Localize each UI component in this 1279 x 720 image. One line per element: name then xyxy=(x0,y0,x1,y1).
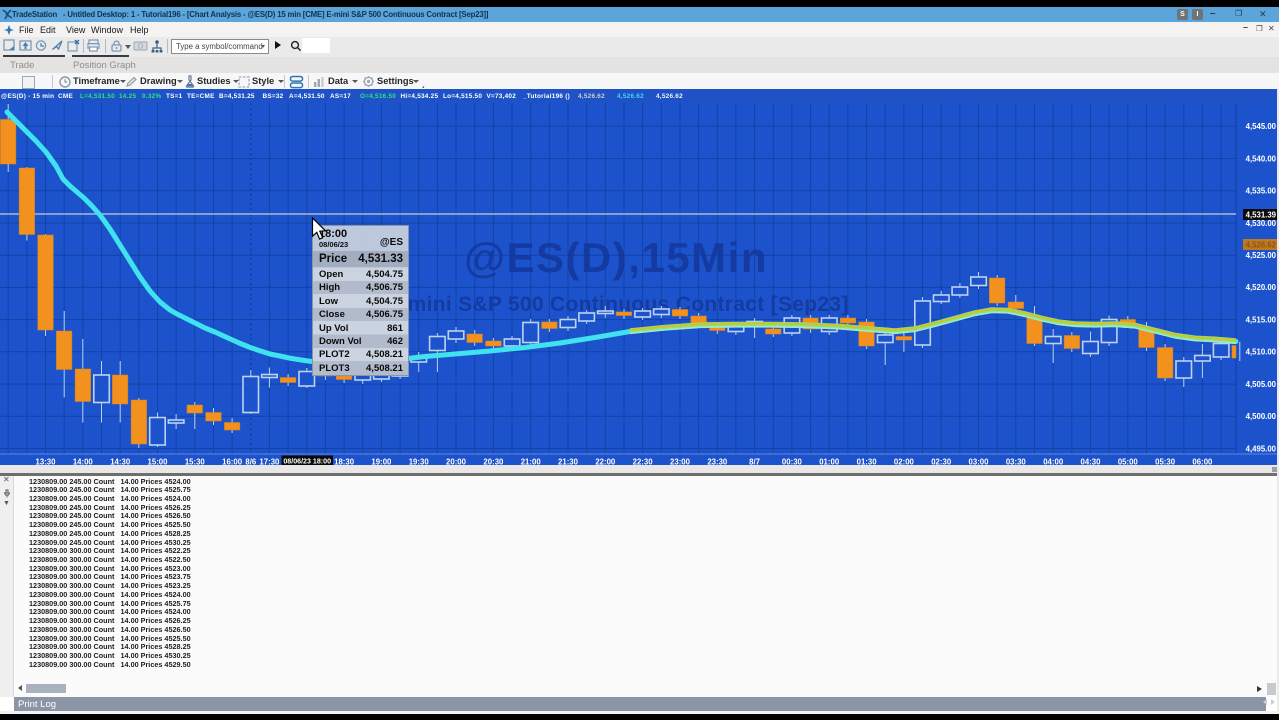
svg-text:05:30: 05:30 xyxy=(1155,458,1176,466)
svg-text:4,526.62: 4,526.62 xyxy=(1246,240,1277,249)
svg-text:20:30: 20:30 xyxy=(483,458,504,466)
svg-text:01:30: 01:30 xyxy=(857,458,878,466)
svg-text:8/7: 8/7 xyxy=(749,458,760,466)
svg-text:4,525.00: 4,525.00 xyxy=(1246,251,1277,260)
svg-text:03:00: 03:00 xyxy=(969,458,990,466)
svg-text:20:00: 20:00 xyxy=(446,458,467,466)
svg-text:4,530.00: 4,530.00 xyxy=(1246,219,1277,228)
svg-text:4,495.00: 4,495.00 xyxy=(1246,444,1277,453)
svg-text:14:00: 14:00 xyxy=(73,458,94,466)
svg-text:4,535.00: 4,535.00 xyxy=(1246,187,1277,196)
svg-text:14:30: 14:30 xyxy=(110,458,131,466)
svg-text:17:30: 17:30 xyxy=(259,458,280,466)
svg-text:05:00: 05:00 xyxy=(1118,458,1139,466)
svg-text:21:00: 21:00 xyxy=(521,458,542,466)
svg-text:00:30: 00:30 xyxy=(782,458,803,466)
svg-text:15:30: 15:30 xyxy=(185,458,206,466)
svg-text:18:30: 18:30 xyxy=(334,458,355,466)
svg-text:22:00: 22:00 xyxy=(595,458,616,466)
svg-text:4,505.00: 4,505.00 xyxy=(1246,380,1277,389)
svg-text:4,520.00: 4,520.00 xyxy=(1246,283,1277,292)
svg-text:08/06/23 18:00: 08/06/23 18:00 xyxy=(283,458,331,466)
svg-text:22:30: 22:30 xyxy=(633,458,654,466)
svg-text:16:00: 16:00 xyxy=(222,458,243,466)
svg-text:06:00: 06:00 xyxy=(1192,458,1213,466)
svg-text:19:00: 19:00 xyxy=(371,458,392,466)
svg-text:4,531.39: 4,531.39 xyxy=(1246,210,1277,219)
svg-text:21:30: 21:30 xyxy=(558,458,579,466)
svg-text:4,545.00: 4,545.00 xyxy=(1246,122,1277,131)
svg-text:4,515.00: 4,515.00 xyxy=(1246,315,1277,324)
svg-text:19:30: 19:30 xyxy=(409,458,430,466)
svg-text:01:00: 01:00 xyxy=(819,458,840,466)
svg-text:@ES(D),15Min: @ES(D),15Min xyxy=(464,234,768,281)
svg-text:03:30: 03:30 xyxy=(1006,458,1027,466)
svg-text:15:00: 15:00 xyxy=(148,458,169,466)
svg-text:04:00: 04:00 xyxy=(1043,458,1064,466)
svg-text:02:00: 02:00 xyxy=(894,458,915,466)
svg-text:4,500.00: 4,500.00 xyxy=(1246,412,1277,421)
svg-text:04:30: 04:30 xyxy=(1081,458,1102,466)
svg-text:23:00: 23:00 xyxy=(670,458,691,466)
svg-text:13:30: 13:30 xyxy=(36,458,57,466)
svg-text:4,540.00: 4,540.00 xyxy=(1246,154,1277,163)
svg-text:4,510.00: 4,510.00 xyxy=(1246,348,1277,357)
svg-text:02:30: 02:30 xyxy=(931,458,952,466)
svg-text:8/6: 8/6 xyxy=(245,458,257,466)
svg-text:23:30: 23:30 xyxy=(707,458,728,466)
